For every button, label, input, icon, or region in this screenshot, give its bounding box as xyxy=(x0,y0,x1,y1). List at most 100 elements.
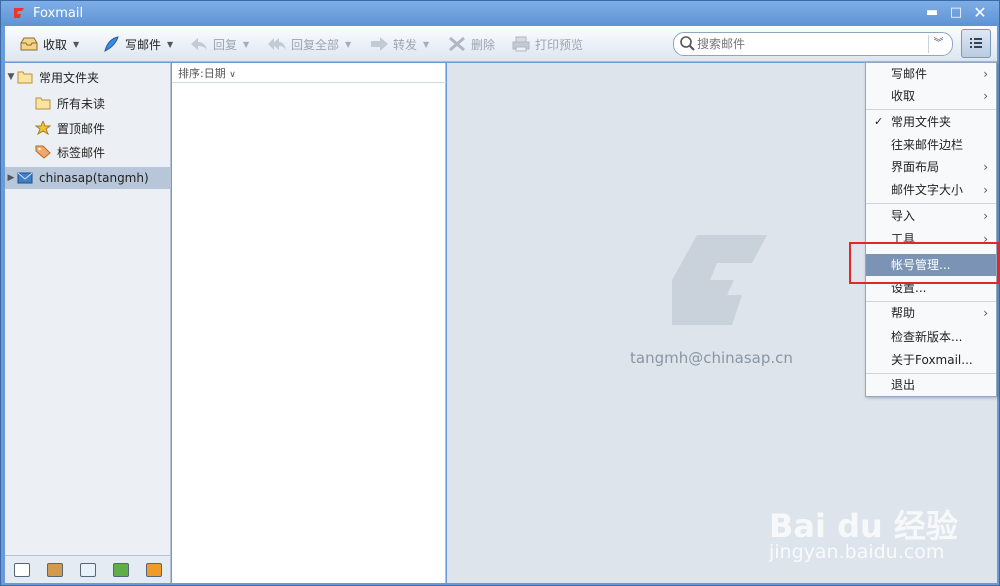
notes-module-icon[interactable] xyxy=(112,562,129,577)
search-icon xyxy=(680,36,695,51)
toolbar: 收取 ▼ 写邮件 ▼ 回复 ▼ 回复全部 ▼ 转发 ▼ 删除 打印预览 搜索邮件… xyxy=(5,26,997,62)
reply-all-arrow-icon xyxy=(268,38,286,50)
menu-item-label: 退出 xyxy=(891,378,916,392)
menu-item-import[interactable]: 导入 › xyxy=(866,205,996,227)
chevron-down-icon[interactable]: ▼ xyxy=(73,40,79,49)
print-preview-button[interactable]: 打印预览 xyxy=(511,34,583,54)
receive-label: 收取 xyxy=(43,37,68,52)
chevron-right-icon: › xyxy=(983,89,988,103)
menu-item-contacts-sidebar[interactable]: 往来邮件边栏 xyxy=(866,134,996,156)
main-menu-button[interactable] xyxy=(961,29,991,58)
window-title: Foxmail xyxy=(33,6,84,21)
compose-button[interactable]: 写邮件 ▼ xyxy=(101,34,173,54)
chevron-right-icon: › xyxy=(983,209,988,223)
contacts-module-icon[interactable] xyxy=(46,562,63,577)
calendar-module-icon[interactable] xyxy=(79,562,96,577)
menu-item-exit[interactable]: 退出 xyxy=(866,374,996,396)
folder-label: 常用文件夹 xyxy=(39,70,100,85)
chevron-down-icon[interactable]: ∨ xyxy=(229,70,236,80)
folder-label: 置顶邮件 xyxy=(57,121,106,136)
reply-label: 回复 xyxy=(213,37,238,52)
chevron-right-icon: › xyxy=(983,160,988,174)
delete-x-icon xyxy=(449,36,465,52)
baidu-watermark: Bai du 经验 jingyan.baidu.com xyxy=(769,481,989,581)
menu-item-receive[interactable]: 收取 › xyxy=(866,85,996,107)
chevron-right-icon: › xyxy=(983,67,988,81)
chevron-down-icon[interactable]: ▼ xyxy=(243,40,249,49)
printer-icon xyxy=(512,36,530,52)
menu-item-label: 导入 xyxy=(891,209,916,223)
search-options-chevron-icon[interactable]: ︾ xyxy=(928,35,948,53)
chevron-right-icon: › xyxy=(983,183,988,197)
main-menu-dropdown: 写邮件 › 收取 › ✓ 常用文件夹 往来邮件边栏 界面布局 › 邮件文字大小 › 导入 ›… xyxy=(865,62,997,397)
mail-module-icon[interactable] xyxy=(13,562,30,577)
sort-label: 排序:日期 xyxy=(178,67,226,80)
receive-button[interactable]: 收取 ▼ xyxy=(19,34,79,54)
menu-item-label: 检查新版本... xyxy=(891,330,963,344)
mail-list-pane: 排序:日期 ∨ xyxy=(172,63,446,583)
folder-favorites[interactable]: ▼ 常用文件夹 xyxy=(5,66,171,88)
menu-item-label: 写邮件 xyxy=(891,67,928,81)
menu-item-help[interactable]: 帮助 › xyxy=(866,302,996,324)
menu-item-label: 收取 xyxy=(891,89,916,103)
foxmail-watermark-logo-icon xyxy=(672,235,767,325)
foxmail-window: Foxmail ▬ □ ✕ 收取 ▼ 写邮件 ▼ 回复 ▼ 回复全部 ▼ 转发 … xyxy=(0,0,1000,586)
search-box[interactable]: ︾ xyxy=(673,32,953,56)
menu-item-label: 往来邮件边栏 xyxy=(891,138,964,152)
chevron-right-icon: › xyxy=(983,306,988,320)
annotation-highlight-box xyxy=(849,242,999,284)
chevron-down-icon[interactable]: ▼ xyxy=(345,40,351,49)
folder-pinned-mail[interactable]: 置顶邮件 xyxy=(5,117,171,139)
inbox-tray-icon xyxy=(20,37,38,51)
menu-item-about[interactable]: 关于Foxmail... xyxy=(866,349,996,371)
minimize-button[interactable]: ▬ xyxy=(921,3,943,23)
reply-button[interactable]: 回复 ▼ xyxy=(189,34,249,54)
rss-module-icon[interactable] xyxy=(145,562,162,577)
chevron-down-icon[interactable]: ▼ xyxy=(423,40,429,49)
account-email: tangmh@chinasap.cn xyxy=(630,349,793,367)
chevron-down-icon[interactable]: ▼ xyxy=(167,40,173,49)
maximize-button[interactable]: □ xyxy=(945,3,967,23)
reply-arrow-icon xyxy=(191,38,207,50)
menu-item-layout[interactable]: 界面布局 › xyxy=(866,156,996,178)
folder-all-unread[interactable]: 所有未读 xyxy=(5,92,171,114)
tag-icon xyxy=(35,145,51,159)
menu-item-label: 关于Foxmail... xyxy=(891,353,973,367)
close-button[interactable]: ✕ xyxy=(969,3,991,23)
sort-bar[interactable]: 排序:日期 ∨ xyxy=(172,63,446,83)
search-input[interactable] xyxy=(697,37,917,51)
menu-item-label: 邮件文字大小 xyxy=(891,183,964,197)
menu-item-font-size[interactable]: 邮件文字大小 › xyxy=(866,179,996,201)
account-mail-icon xyxy=(17,172,33,184)
checkmark-icon: ✓ xyxy=(874,115,884,128)
menu-separator xyxy=(866,109,996,110)
menu-item-label: 界面布局 xyxy=(891,160,940,174)
star-icon xyxy=(35,121,51,135)
hamburger-list-icon xyxy=(970,38,982,48)
folder-icon xyxy=(17,71,33,84)
folder-label: 标签邮件 xyxy=(57,145,106,160)
folder-icon xyxy=(35,97,51,110)
module-switcher xyxy=(5,555,170,583)
collapse-triangle-icon[interactable]: ▶ xyxy=(5,173,17,183)
reply-all-button[interactable]: 回复全部 ▼ xyxy=(267,34,351,54)
folder-label: 所有未读 xyxy=(57,96,106,111)
forward-button[interactable]: 转发 ▼ xyxy=(369,34,429,54)
baidu-url-text: jingyan.baidu.com xyxy=(769,541,945,563)
forward-arrow-icon xyxy=(371,37,388,51)
menu-item-compose[interactable]: 写邮件 › xyxy=(866,63,996,85)
expand-triangle-icon[interactable]: ▼ xyxy=(5,72,17,82)
folder-sidebar: ▼ 常用文件夹 所有未读 置顶邮件 标签邮件 ▶ chinasap(tangmh… xyxy=(5,63,171,583)
menu-item-check-update[interactable]: 检查新版本... xyxy=(866,326,996,348)
forward-label: 转发 xyxy=(393,37,418,52)
compose-label: 写邮件 xyxy=(125,37,162,52)
feather-pen-icon xyxy=(104,36,119,52)
menu-item-favorites[interactable]: ✓ 常用文件夹 xyxy=(866,111,996,133)
folder-tagged-mail[interactable]: 标签邮件 xyxy=(5,141,171,163)
account-chinasap[interactable]: ▶ chinasap(tangmh) xyxy=(5,167,171,189)
account-label: chinasap(tangmh) xyxy=(39,171,149,185)
reply-all-label: 回复全部 xyxy=(291,37,340,52)
menu-separator xyxy=(866,203,996,204)
print-preview-label: 打印预览 xyxy=(535,37,584,52)
delete-button[interactable]: 删除 xyxy=(447,34,495,54)
